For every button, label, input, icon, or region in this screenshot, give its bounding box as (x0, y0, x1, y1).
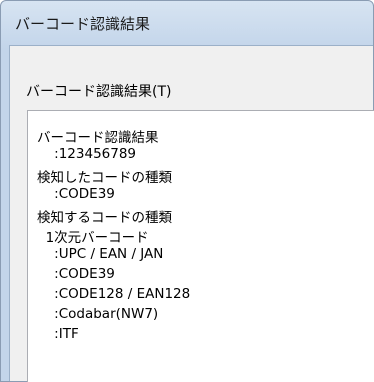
result-line: :123456789 (37, 146, 137, 162)
result-line: 検知したコードの種類 (37, 170, 172, 186)
result-line: 検知するコードの種類 (37, 210, 172, 226)
result-line: :CODE128 / EAN128 (37, 286, 191, 302)
result-line: :UPC / EAN / JAN (37, 246, 164, 262)
result-line: :Codabar(NW7) (37, 306, 159, 322)
result-line: 1次元バーコード (37, 230, 149, 246)
result-line: :CODE39 (37, 266, 115, 282)
window-title: バーコード認識結果 (15, 14, 151, 33)
title-bar[interactable]: バーコード認識結果 (1, 1, 373, 45)
result-field-label: バーコード認識結果(T) (26, 84, 172, 100)
result-line: :ITF (37, 326, 79, 342)
result-text-area[interactable]: バーコード認識結果 :123456789 検知したコードの種類 :CODE39 … (27, 110, 374, 382)
result-line: :CODE39 (37, 186, 115, 202)
result-line: バーコード認識結果 (37, 130, 159, 146)
